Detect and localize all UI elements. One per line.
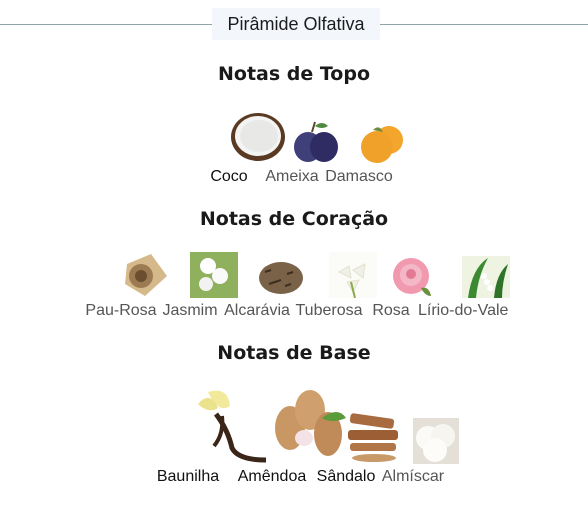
note-rosewood[interactable]: Pau-Rosa: [85, 252, 167, 319]
pyramid-title: Pirâmide Olfativa: [212, 8, 380, 40]
note-jasmine[interactable]: Jasmim: [162, 252, 238, 319]
musk-icon: [413, 418, 459, 464]
apricot-icon: [361, 126, 403, 163]
section-header: Pirâmide Olfativa: [0, 8, 588, 40]
note-lily-of-the-valley[interactable]: Lírio-do-Vale: [418, 256, 510, 319]
note-almond[interactable]: Amêndoa: [234, 388, 346, 485]
note-apricot[interactable]: Damasco: [325, 122, 403, 185]
jasmine-icon: [190, 252, 238, 298]
note-musk[interactable]: Almíscar: [382, 418, 459, 485]
note-label: Lírio-do-Vale: [418, 302, 509, 319]
note-label: Damasco: [325, 168, 393, 185]
note-sandalwood[interactable]: Sândalo: [317, 410, 398, 485]
note-vanilla[interactable]: Baunilha: [148, 384, 267, 485]
section-title-base: Notas de Base: [217, 342, 371, 364]
section-title-heart: Notas de Coração: [199, 208, 389, 230]
note-coconut[interactable]: Coco: [200, 108, 285, 185]
note-rose[interactable]: Rosa: [370, 256, 431, 319]
note-plum[interactable]: Ameixa: [265, 120, 338, 185]
header-divider-right: [380, 24, 588, 25]
note-label: Almíscar: [381, 468, 445, 485]
note-caraway[interactable]: Alcarávia: [224, 252, 303, 319]
rosewood-icon: [125, 254, 167, 296]
caraway-icon: [259, 262, 303, 294]
rose-icon: [393, 258, 431, 296]
header-divider-left: [0, 24, 212, 25]
section-title-top: Notas de Topo: [217, 63, 371, 85]
note-tuberose[interactable]: Tuberosa: [296, 252, 377, 319]
lily-of-the-valley-icon: [462, 256, 510, 298]
plum-icon: [294, 121, 338, 162]
